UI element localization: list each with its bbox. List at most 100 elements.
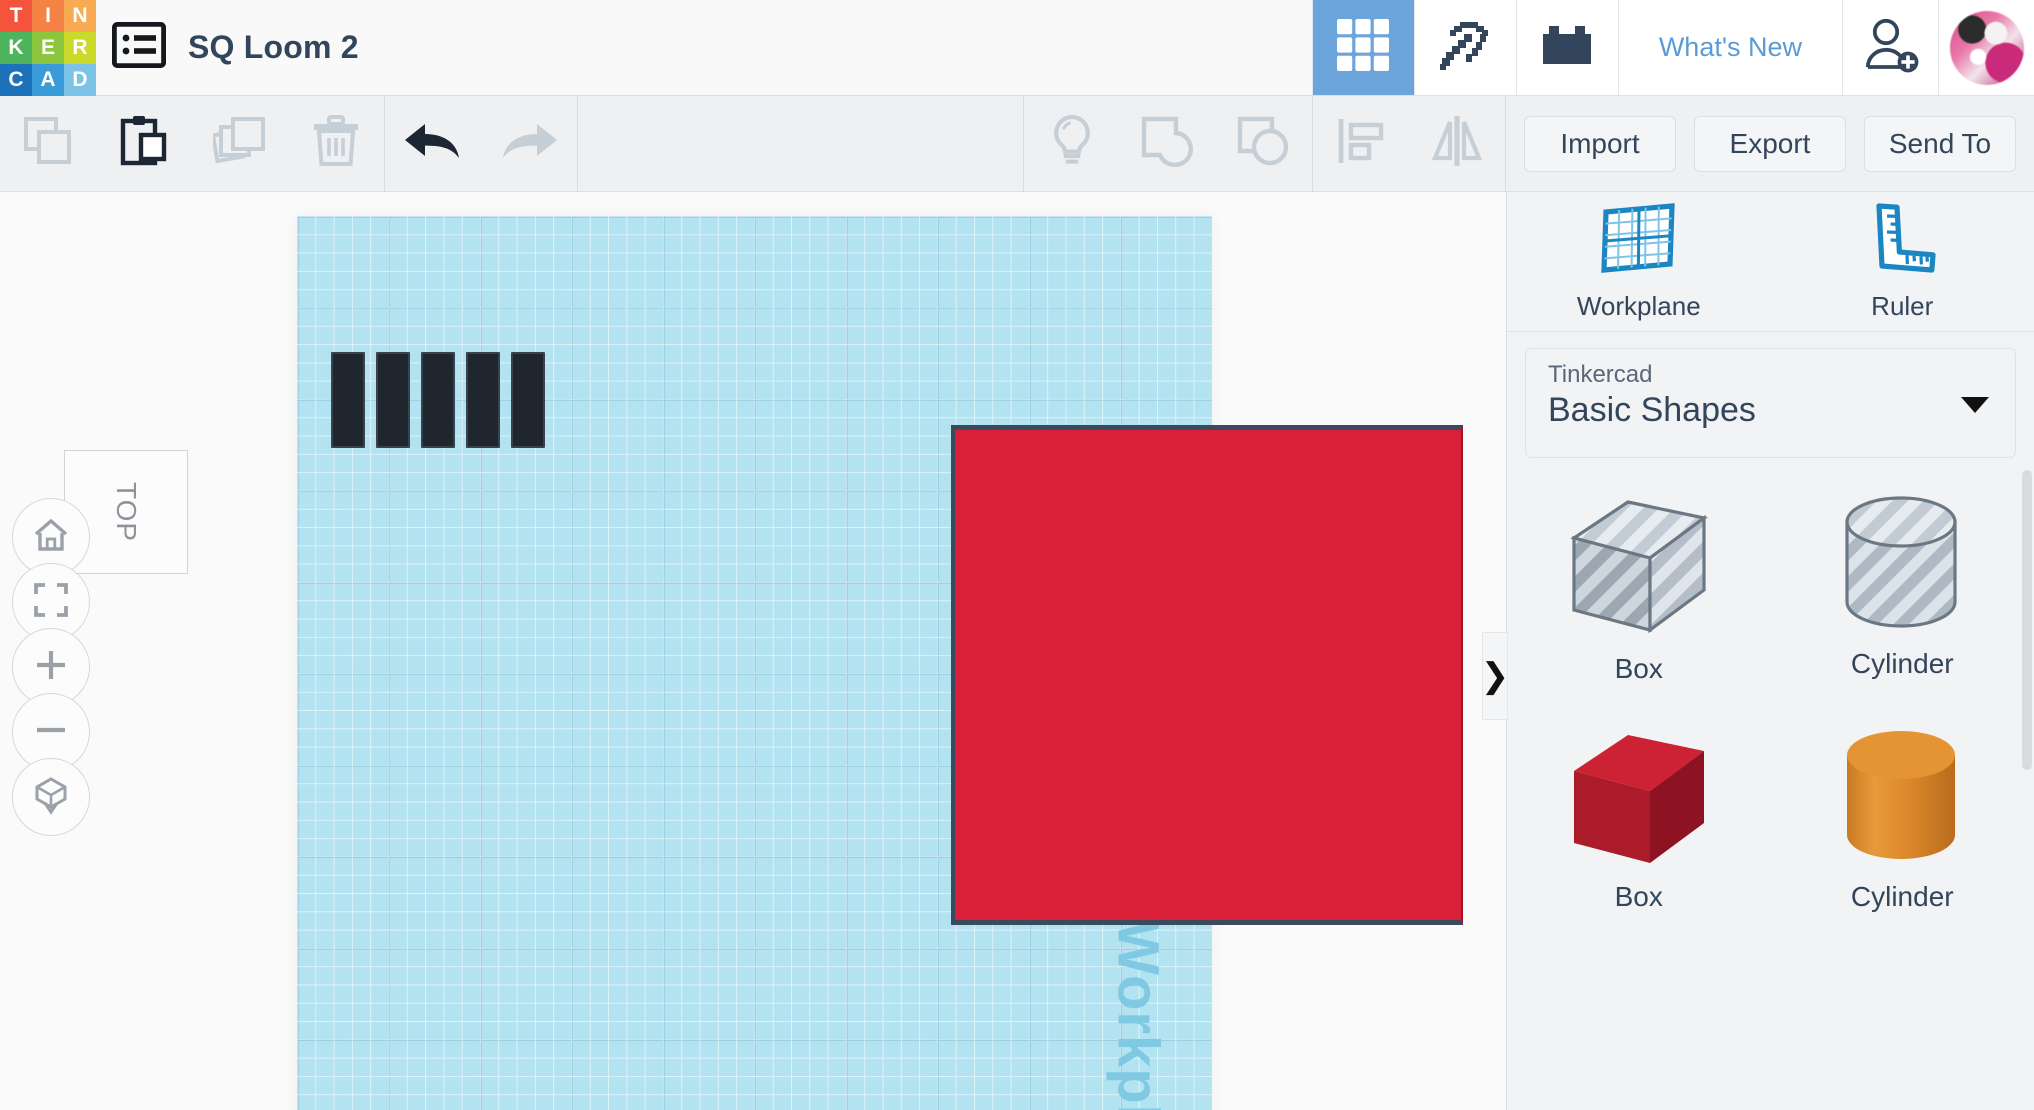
shapes-panel: Workplane Ruler Tinkercad Basic Shapes B…	[1506, 192, 2034, 1110]
mode-minecraft[interactable]	[1413, 0, 1516, 95]
redo-arrow-icon	[497, 118, 561, 169]
import-button[interactable]: Import	[1524, 115, 1676, 172]
shape-label: Box	[1614, 653, 1663, 684]
panel-scrollbar[interactable]	[2022, 470, 2032, 770]
logo-cell-t: T	[0, 0, 32, 32]
avatar	[1949, 10, 2024, 85]
logo-letter: A	[40, 68, 56, 91]
copy-icon	[22, 115, 74, 172]
toolbar-divider	[577, 95, 578, 192]
history-tool-group	[385, 96, 577, 192]
design-canvas[interactable]: Workplane TOP	[0, 192, 1506, 1110]
logo-letter: R	[72, 36, 88, 59]
export-button[interactable]: Export	[1694, 115, 1846, 172]
chevron-down-icon[interactable]	[1961, 397, 1989, 413]
paste-button[interactable]	[96, 96, 192, 192]
logo-cell-a: A	[32, 64, 64, 96]
edit-toolbar: Import Export Send To	[0, 95, 2034, 192]
shape-box-solid[interactable]: Box	[1507, 715, 1771, 925]
panel-tool-row: Workplane Ruler	[1507, 192, 2034, 332]
mirror-button[interactable]	[1409, 96, 1505, 192]
logo-letter: C	[8, 68, 24, 91]
cylinder-solid-icon	[1847, 731, 1956, 859]
shape-label: Cylinder	[1850, 648, 1954, 679]
box-striped-icon	[1564, 494, 1714, 647]
cube-arrow-icon	[31, 775, 71, 820]
collapse-panel-button[interactable]: ❯	[1481, 632, 1509, 720]
header-spacer	[359, 0, 1312, 95]
plus-icon	[33, 647, 69, 688]
duplicate-button[interactable]	[192, 96, 288, 192]
red-box-shape[interactable]	[951, 425, 1463, 925]
library-source-label: Tinkercad	[1548, 361, 1653, 388]
shape-cylinder-hole[interactable]: Cylinder	[1771, 482, 2034, 697]
workplane-watermark: Workplane	[1105, 920, 1171, 1110]
account-button[interactable]	[1842, 0, 1938, 95]
delete-button[interactable]	[288, 96, 384, 192]
align-button[interactable]	[1313, 96, 1409, 192]
file-action-group: Import Export Send To	[1506, 96, 2034, 192]
mode-blocks[interactable]	[1515, 0, 1618, 95]
ungroup-button[interactable]	[1216, 96, 1312, 192]
notes-button[interactable]	[1024, 96, 1120, 192]
fit-frame-icon	[32, 581, 70, 624]
send-to-button[interactable]: Send To	[1864, 115, 2016, 172]
logo-cell-i: I	[32, 0, 64, 32]
projection-toggle-button[interactable]	[12, 758, 90, 836]
grid-3x3-icon	[1335, 17, 1391, 78]
black-bar-1[interactable]	[331, 352, 365, 448]
redo-button[interactable]	[481, 96, 577, 192]
tinkercad-app: T I N K E R C A D SQ Loom 2 What's New I…	[0, 0, 2034, 1110]
list-menu-icon	[112, 22, 167, 73]
black-bar-2[interactable]	[376, 352, 410, 448]
copy-button[interactable]	[0, 96, 96, 192]
ruler-tool[interactable]: Ruler	[1771, 192, 2034, 331]
library-name-label: Basic Shapes	[1548, 391, 1756, 429]
whats-new-link[interactable]: What's New	[1617, 0, 1842, 95]
page-title: SQ Loom 2	[188, 29, 359, 65]
logo-cell-n: N	[64, 0, 96, 32]
logo-letter: T	[9, 4, 23, 27]
logo-letter: I	[45, 4, 51, 27]
logo-cell-c: C	[0, 64, 32, 96]
undo-arrow-icon	[401, 118, 465, 169]
align-icon	[1335, 115, 1387, 172]
user-add-icon	[1861, 16, 1921, 79]
workplane-tool[interactable]: Workplane	[1507, 192, 1771, 331]
clipboard-tool-group	[0, 96, 384, 192]
black-bar-3[interactable]	[421, 352, 455, 448]
project-menu-button[interactable]	[96, 0, 182, 95]
logo-cell-k: K	[0, 32, 32, 64]
workplane-grid[interactable]: Workplane	[297, 216, 1463, 1110]
logo-letter: K	[8, 36, 24, 59]
shape-list: Box Cylinder Box Cylinder	[1507, 482, 2034, 925]
shape-label: Cylinder	[1850, 881, 1954, 912]
paste-icon	[118, 114, 170, 173]
mode-3d-design[interactable]	[1311, 0, 1414, 95]
black-bar-4[interactable]	[466, 352, 500, 448]
home-icon	[32, 517, 70, 558]
lightbulb-icon	[1049, 113, 1095, 174]
avatar-button[interactable]	[1938, 0, 2034, 95]
group-icon	[1140, 115, 1196, 172]
lego-brick-icon	[1539, 20, 1595, 75]
panel-tool-label: Ruler	[1871, 290, 1934, 321]
logo-cell-r: R	[64, 32, 96, 64]
shape-box-hole[interactable]: Box	[1507, 482, 1771, 697]
object-tool-group	[1024, 95, 1505, 192]
logo-letter: D	[72, 68, 88, 91]
logo-letter: E	[40, 36, 55, 59]
app-header: T I N K E R C A D SQ Loom 2 What's New	[0, 0, 2034, 96]
ruler-icon	[1867, 202, 1937, 281]
shape-library-select[interactable]: Tinkercad Basic Shapes	[1525, 348, 2016, 458]
shape-cylinder-solid[interactable]: Cylinder	[1771, 715, 2034, 925]
logo-cell-d: D	[64, 64, 96, 96]
minus-icon	[33, 712, 69, 753]
mirror-icon	[1429, 114, 1485, 173]
tinkercad-logo[interactable]: T I N K E R C A D	[0, 0, 96, 96]
group-button[interactable]	[1120, 96, 1216, 192]
shape-label: Box	[1614, 881, 1663, 912]
black-bar-5[interactable]	[511, 352, 545, 448]
undo-button[interactable]	[385, 96, 481, 192]
pickaxe-icon	[1436, 16, 1494, 79]
